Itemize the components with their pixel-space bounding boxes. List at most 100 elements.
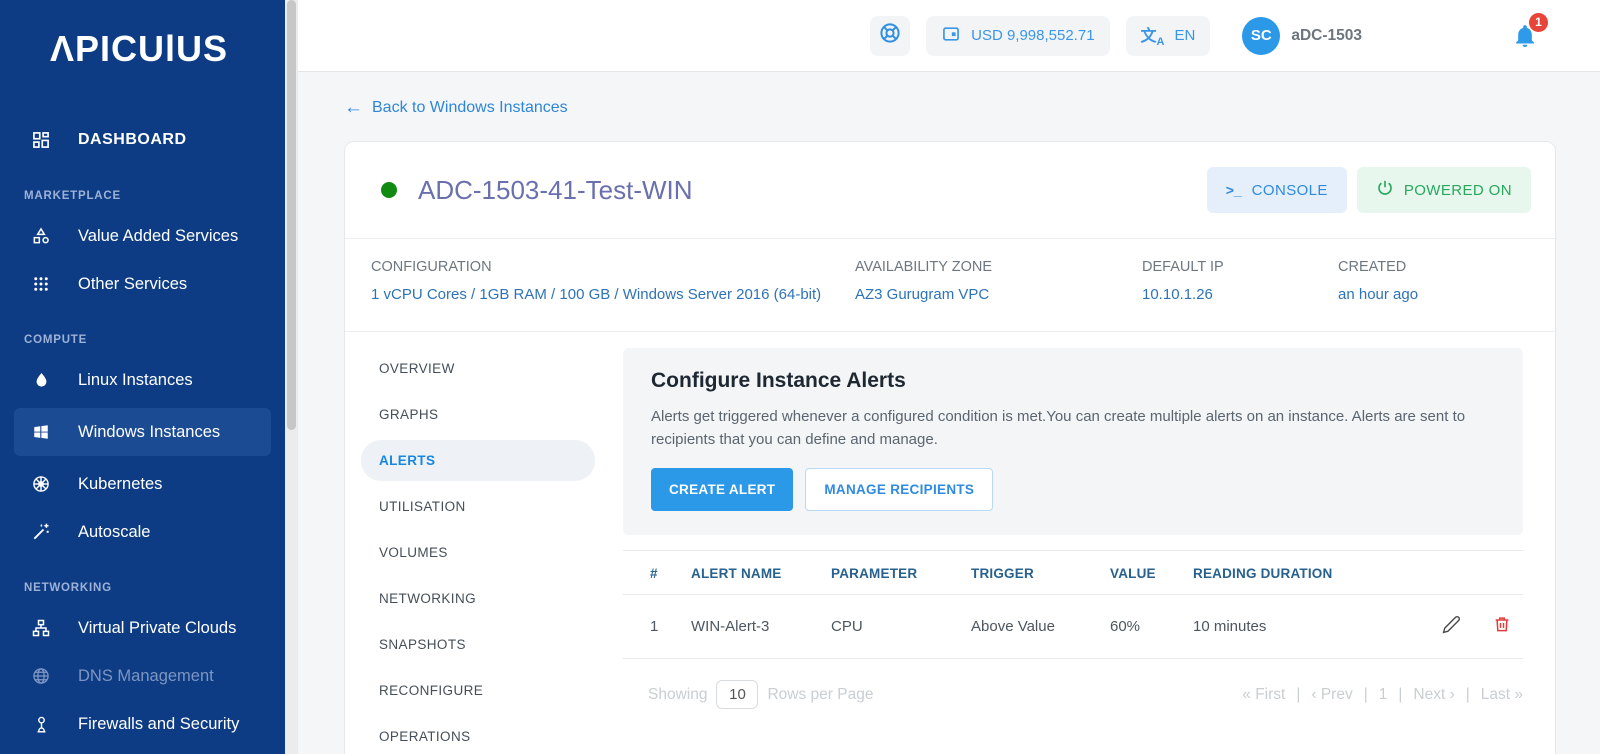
pagination-first[interactable]: « First [1242,686,1285,704]
sidebar-item-label: Value Added Services [78,226,239,245]
sidebar-item-autoscale[interactable]: Autoscale [0,508,285,556]
pagination-next[interactable]: Next › [1413,686,1454,704]
language-label: EN [1174,27,1196,44]
help-button[interactable] [870,15,911,56]
power-status-label: POWERED ON [1403,181,1512,199]
info-availability-zone: AVAILABILITY ZONE AZ3 Gurugram VPC [855,259,1142,307]
lifebuoy-icon [878,21,902,50]
delete-alert-button[interactable] [1493,615,1511,637]
console-button[interactable]: >_ CONSOLE [1206,167,1347,213]
terminal-icon: >_ [1225,182,1242,198]
tab-overview[interactable]: OVERVIEW [361,348,561,389]
table-row: 1 WIN-Alert-3 CPU Above Value 60% 10 min… [623,594,1523,659]
edit-alert-button[interactable] [1442,615,1461,637]
wallet-balance: USD 9,998,552.71 [971,27,1095,44]
sidebar: ΛPICUlUS DASHBOARD MARKETPLACE Value Add… [0,0,285,754]
back-link-label: Back to Windows Instances [372,98,568,116]
main-area: USD 9,998,552.71 文A EN SC aDC-1503 1 ← B… [298,0,1600,754]
info-created: CREATED an hour ago [1338,259,1418,307]
tab-snapshots[interactable]: SNAPSHOTS [361,624,561,665]
pagination-prev[interactable]: ‹ Prev [1311,686,1352,704]
info-value-created: an hour ago [1338,286,1419,303]
instance-tabs: OVERVIEW GRAPHS ALERTS UTILISATION VOLUM… [361,348,609,754]
info-label: CREATED [1338,259,1407,275]
sidebar-scrollbar-thumb[interactable] [287,0,296,430]
col-header-reading-duration: READING DURATION [1193,550,1413,595]
table-header-row: # ALERT NAME PARAMETER TRIGGER VALUE REA… [623,550,1523,595]
tab-networking[interactable]: NETWORKING [361,578,561,619]
sidebar-item-label: Kubernetes [78,474,163,493]
tab-utilisation[interactable]: UTILISATION [361,486,561,527]
pagination-page-1[interactable]: 1 [1379,686,1388,704]
create-alert-button[interactable]: CREATE ALERT [651,468,794,511]
pagination-last[interactable]: Last » [1481,686,1523,704]
alerts-table: # ALERT NAME PARAMETER TRIGGER VALUE REA… [623,550,1523,659]
sidebar-item-value-added-services[interactable]: Value Added Services [0,212,285,260]
cell-reading-duration: 10 minutes [1193,594,1413,659]
panel-title: Configure Instance Alerts [651,368,906,392]
sidebar-item-label: Autoscale [78,522,151,541]
sidebar-item-label: Other Services [78,274,188,293]
tab-graphs[interactable]: GRAPHS [361,394,561,435]
sidebar-item-other-services[interactable]: Other Services [0,260,285,308]
sidebar-item-label: DNS Management [78,666,214,685]
cell-trigger: Above Value [971,594,1110,659]
col-header-actions [1413,550,1523,595]
tab-reconfigure[interactable]: RECONFIGURE [361,670,561,711]
configure-alerts-panel: Configure Instance Alerts Alerts get tri… [623,347,1523,535]
dashboard-icon [30,129,52,151]
wallet-balance-button[interactable]: USD 9,998,552.71 [926,15,1110,56]
sidebar-item-kubernetes[interactable]: Kubernetes [0,460,285,508]
pencil-icon [1442,615,1461,637]
avatar[interactable]: SC [1242,16,1281,55]
instance-name: ADC-1503-41-Test-WIN [418,174,693,205]
back-arrow-icon: ← [344,97,363,118]
panel-description: Alerts get triggered whenever a configur… [651,407,1466,448]
col-header-trigger: TRIGGER [971,550,1110,595]
windows-icon [30,421,52,443]
pagination-separator: | [1465,685,1470,703]
sidebar-section-marketplace: MARKETPLACE [24,190,121,202]
sidebar-item-dns-management[interactable]: DNS Management [0,652,285,700]
globe-icon [30,665,52,687]
cell-parameter: CPU [831,594,971,659]
sidebar-item-label: DASHBOARD [78,131,187,148]
col-header-alert-name: ALERT NAME [691,550,831,595]
account-name[interactable]: aDC-1503 [1291,27,1362,45]
wallet-icon [941,24,961,48]
notification-badge: 1 [1529,12,1548,32]
sidebar-item-firewalls-and-security[interactable]: Firewalls and Security [0,700,285,748]
pagination: Showing Rows per Page « First | ‹ Prev |… [623,680,1523,709]
info-configuration: CONFIGURATION 1 vCPU Cores / 1GB RAM / 1… [371,259,855,307]
pagination-separator: | [1398,685,1403,703]
power-status-button[interactable]: POWERED ON [1356,167,1531,213]
notifications-button[interactable]: 1 [1512,12,1548,50]
col-header-parameter: PARAMETER [831,550,971,595]
apiculus-logo: ΛPICUlUS [50,28,229,69]
status-running-dot [381,182,397,198]
cell-value: 60% [1110,594,1193,659]
sidebar-item-label: Linux Instances [78,370,193,389]
topbar: USD 9,998,552.71 文A EN SC aDC-1503 1 [298,0,1600,72]
linux-droplet-icon [30,369,52,391]
manage-recipients-button[interactable]: MANAGE RECIPIENTS [805,468,994,511]
info-label: CONFIGURATION [371,259,492,275]
sidebar-item-label: Windows Instances [78,422,221,441]
sidebar-scrollbar[interactable] [285,0,298,754]
tab-alerts[interactable]: ALERTS [361,439,595,481]
back-link[interactable]: ← Back to Windows Instances [344,98,568,117]
tab-operations[interactable]: OPERATIONS [361,716,561,754]
info-default-ip: DEFAULT IP 10.10.1.26 [1142,259,1338,307]
info-value-availability-zone[interactable]: AZ3 Gurugram VPC [855,284,1142,307]
sidebar-item-dashboard[interactable]: DASHBOARD [0,116,285,164]
tab-volumes[interactable]: VOLUMES [361,532,561,573]
rows-per-page-label: Rows per Page [767,685,874,703]
sidebar-item-linux-instances[interactable]: Linux Instances [0,356,285,404]
sidebar-item-label: Firewalls and Security [78,714,240,733]
sidebar-item-windows-instances[interactable]: Windows Instances [14,408,271,456]
info-value-configuration[interactable]: 1 vCPU Cores / 1GB RAM / 100 GB / Window… [371,284,826,307]
rows-per-page-input[interactable] [716,680,759,709]
col-header-value: VALUE [1110,550,1193,595]
language-selector[interactable]: 文A EN [1125,15,1211,56]
sidebar-item-virtual-private-clouds[interactable]: Virtual Private Clouds [0,604,285,652]
